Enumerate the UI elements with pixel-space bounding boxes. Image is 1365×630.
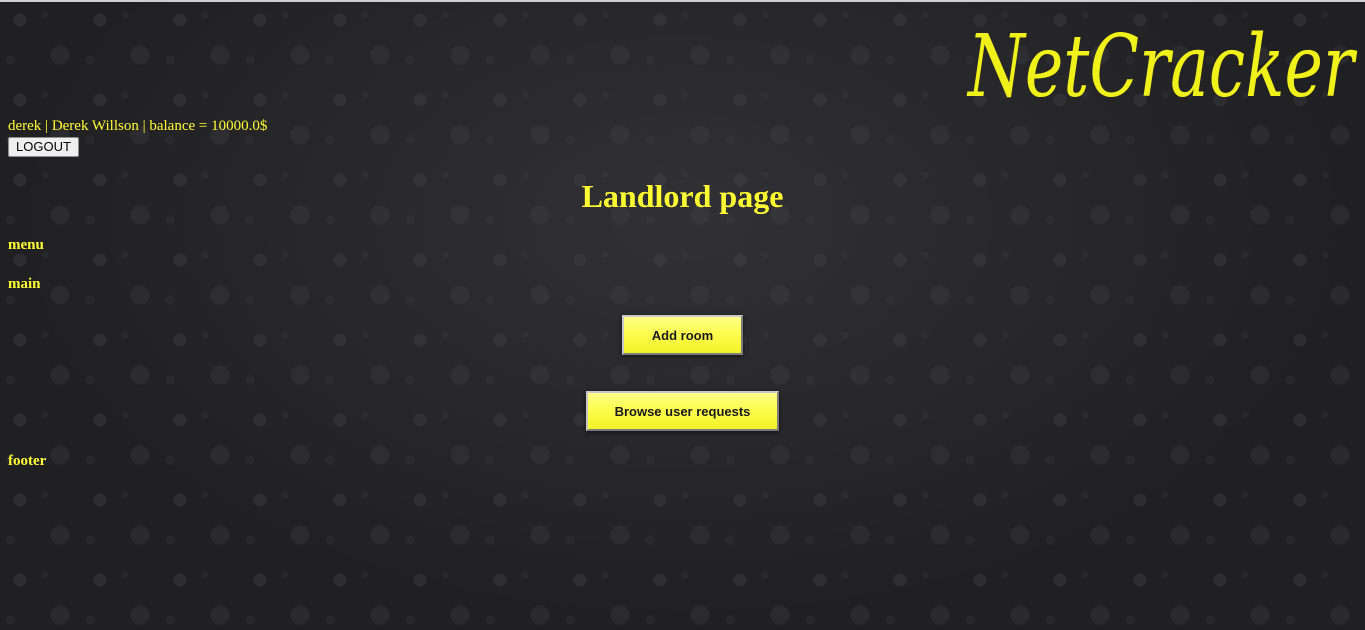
top-border (0, 0, 1365, 2)
browse-user-requests-button[interactable]: Browse user requests (586, 391, 779, 431)
menu-label: menu (8, 237, 44, 253)
page-title: Landlord page (581, 178, 784, 214)
logout-button[interactable]: LOGOUT (8, 137, 79, 157)
add-room-button[interactable]: Add room (622, 315, 743, 355)
logo-text: NetCracker (966, 17, 1357, 110)
user-info: derek | Derek Willson | balance = 10000.… (8, 118, 268, 134)
netcracker-logo: NetCracker (966, 17, 1357, 110)
footer-label: footer (8, 453, 47, 469)
main-label: main (8, 276, 41, 292)
